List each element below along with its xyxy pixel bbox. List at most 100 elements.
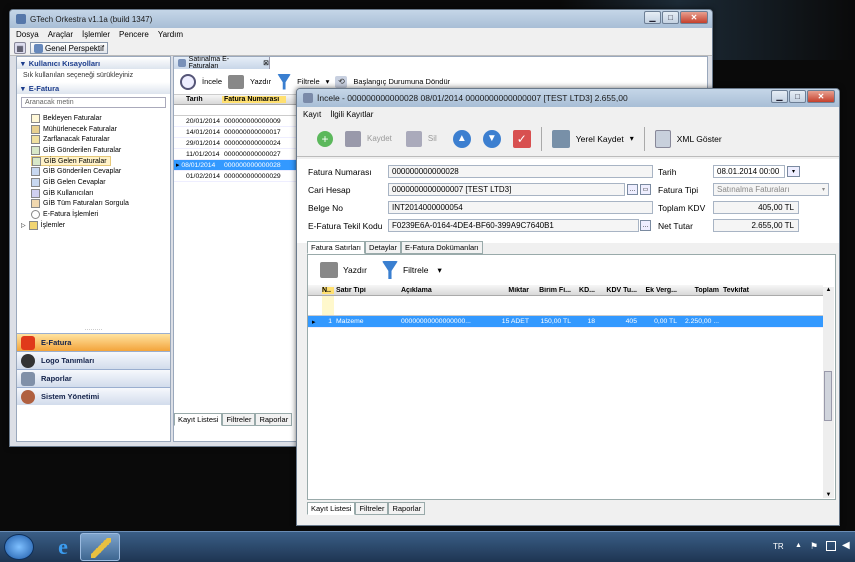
volume-icon[interactable]: ◀ [842,540,850,551]
tree-item-islemler[interactable]: ▷ İşlemler [21,220,170,231]
tree-item-efatura-islemleri[interactable]: E-Fatura İşlemleri [31,209,170,220]
tree-item-gonderilen-cevaplar[interactable]: GİB Gönderilen Cevaplar [31,166,170,177]
filtrele-dropdown-icon[interactable]: ▾ [326,77,330,86]
lines-yazdir-button[interactable]: Yazdır [343,265,367,275]
tree-item-gib-gelen[interactable]: GİB Gelen Faturalar [31,155,111,167]
filtrele-button[interactable]: Filtrele [297,77,320,86]
kaydet-button[interactable]: Kaydet [367,134,392,143]
tarih-dropdown-button[interactable]: ▾ [787,166,800,177]
save-disk-icon[interactable] [345,130,361,147]
tree-item-gelen-cevaplar[interactable]: GİB Gelen Cevaplar [31,177,170,188]
xml-goster-button[interactable]: XML Göster [677,134,722,144]
net-tutar-field[interactable]: 2.655,00 TL [713,219,799,232]
col-header-toplam[interactable]: Toplam [677,287,719,294]
sil-button[interactable]: Sil [428,134,437,143]
col-header-satir-tipi[interactable]: Satır Tipi [334,287,399,294]
table-row[interactable]: 20/01/2014 000000000000009 [174,116,299,127]
arrow-up-icon[interactable]: ▲ [452,129,471,148]
new-record-icon[interactable]: + [317,130,333,147]
menu-dosya[interactable]: Dosya [16,30,39,39]
tekil-kodu-field[interactable]: F0239E6A-0164-4DE4-BF60-399A9C7640B1 [388,219,639,232]
filter-icon[interactable] [277,73,292,90]
detail-tab-filtreler[interactable]: Filtreler [355,502,389,515]
fatura-tipi-select[interactable]: Satınalma Faturaları ▾ [713,183,829,196]
tab-fatura-satirlari[interactable]: Fatura Satırları [307,241,366,254]
tree-item-bekleyen[interactable]: Bekleyen Faturalar [31,113,170,124]
menu-araclar[interactable]: Araçlar [48,30,73,39]
tekil-kodu-lookup-button[interactable]: … [640,220,651,231]
col-header-ek-vergi[interactable]: Ek Verg... [637,287,677,294]
perspective-button[interactable]: Genel Perspektif [30,42,109,54]
yerel-kaydet-button[interactable]: Yerel Kaydet [576,134,624,144]
col-header-kdv-tutari[interactable]: KDV Tu... [595,287,637,294]
shortcuts-header[interactable]: ▾ Kullanıcı Kısayolları [17,57,170,69]
scroll-up-icon[interactable]: ▲ [823,287,834,293]
menu-ilgili-kayitlar[interactable]: İlgili Kayıtlar [330,110,373,119]
reset-button[interactable]: Başlangıç Durumuna Döndür [353,77,450,86]
list-tab[interactable]: Satınalma E-Faturaları ⊠ [174,56,270,70]
list-grid-filter-row[interactable] [174,105,299,116]
menu-islemler[interactable]: İşlemler [82,30,110,39]
tab-filtreler[interactable]: Filtreler [222,413,256,426]
close-button[interactable]: ✕ [680,11,708,24]
lines-grid-filter-row[interactable] [308,296,823,316]
maximize-button[interactable]: □ [662,11,679,24]
tab-kayit-listesi[interactable]: Kayıt Listesi [174,413,223,426]
tree-item-gib-kullanicilari[interactable]: GİB Kullanıcıları [31,188,170,199]
printer-icon[interactable] [228,74,245,89]
detail-close-button[interactable]: ✕ [807,90,835,103]
flag-icon[interactable]: ⚑ [810,541,818,552]
menu-pencere[interactable]: Pencere [119,30,149,39]
menu-kayit[interactable]: Kayıt [303,110,321,119]
internet-explorer-icon[interactable]: e [50,535,76,559]
col-header-aciklama[interactable]: Açıklama [399,287,494,294]
network-icon[interactable] [826,541,836,551]
arrow-down-icon[interactable]: ▼ [482,129,501,148]
belge-no-field[interactable]: INT2014000000054 [388,201,653,214]
approve-check-icon[interactable]: ✓ [512,129,531,148]
perspective-icon[interactable]: ▦ [14,42,26,54]
detail-maximize-button[interactable]: □ [789,90,806,103]
close-tab-icon[interactable]: ⊠ [263,59,269,67]
tree-item-muhurlenecek[interactable]: Mühürlenecek Faturalar [31,124,170,135]
fatura-numarasi-field[interactable]: 000000000000028 [388,165,653,178]
detail-minimize-button[interactable]: ▁ [771,90,788,103]
printer-icon[interactable] [320,262,338,278]
col-header-miktar[interactable]: Miktar [494,287,529,294]
start-button[interactable] [4,534,34,560]
nav-sistem-yonetimi[interactable]: Sistem Yönetimi [17,387,170,405]
efatura-header[interactable]: ▾ E-Fatura [17,82,170,94]
col-header-birim-fiyat[interactable]: Birim Fi... [529,287,571,294]
table-row-selected[interactable]: ▸ 08/01/2014 000000000000028 [174,160,299,171]
table-row-selected[interactable]: ▸ 1 Malzeme 00000000000000000... 15 ADET… [308,316,823,328]
tree-item-zarflanacak[interactable]: Zarflanacak Faturalar [31,134,170,145]
tarih-field[interactable]: 08.01.2014 00:00 [713,165,785,178]
tab-raporlar[interactable]: Raporlar [255,413,293,426]
orkestra-taskbar-button[interactable] [80,533,120,561]
incele-button[interactable]: İncele [202,77,222,86]
magnifier-icon[interactable] [180,73,196,90]
tab-detaylar[interactable]: Detaylar [365,241,401,254]
table-row[interactable]: 01/02/2014 000000000000029 [174,171,299,182]
detail-tab-kayit-listesi[interactable]: Kayıt Listesi [307,502,356,515]
col-header-kdv-orani[interactable]: KD... [571,287,595,294]
show-hidden-icons[interactable]: ▲ [795,542,802,549]
cari-hesap-field[interactable]: 0000000000000007 [TEST LTD3] [388,183,625,196]
filter-icon[interactable] [381,261,398,279]
tree-item-tum-faturalar[interactable]: GİB Tüm Faturaları Sorgula [31,199,170,210]
col-header-fatura-numarasi[interactable]: Fatura Numarası [222,96,286,103]
menu-yardim[interactable]: Yardım [158,30,183,39]
xml-document-icon[interactable] [654,129,671,148]
cari-hesap-open-button[interactable]: ▭ [640,184,651,195]
col-header-tarih[interactable]: Tarih [174,96,222,103]
tree-search-input[interactable]: Aranacak metin [21,97,166,108]
lines-vertical-scrollbar[interactable]: ▲ ▼ [823,287,834,498]
detail-titlebar[interactable]: İncele - 000000000000028 08/01/2014 0000… [297,89,839,107]
table-row[interactable]: 11/01/2014 000000000000027 [174,149,299,160]
main-titlebar[interactable]: GTech Orkestra v1.1a (build 1347) ▁ □ ✕ [10,10,712,28]
language-indicator[interactable]: TR [773,542,784,551]
nav-logo-tanimlari[interactable]: Logo Tanımları [17,351,170,369]
tab-efatura-dokumanlari[interactable]: E-Fatura Dokümanları [400,241,483,254]
col-header-n[interactable]: N.. [322,286,334,294]
col-header-tevkifat[interactable]: Tevkifat [719,287,779,294]
